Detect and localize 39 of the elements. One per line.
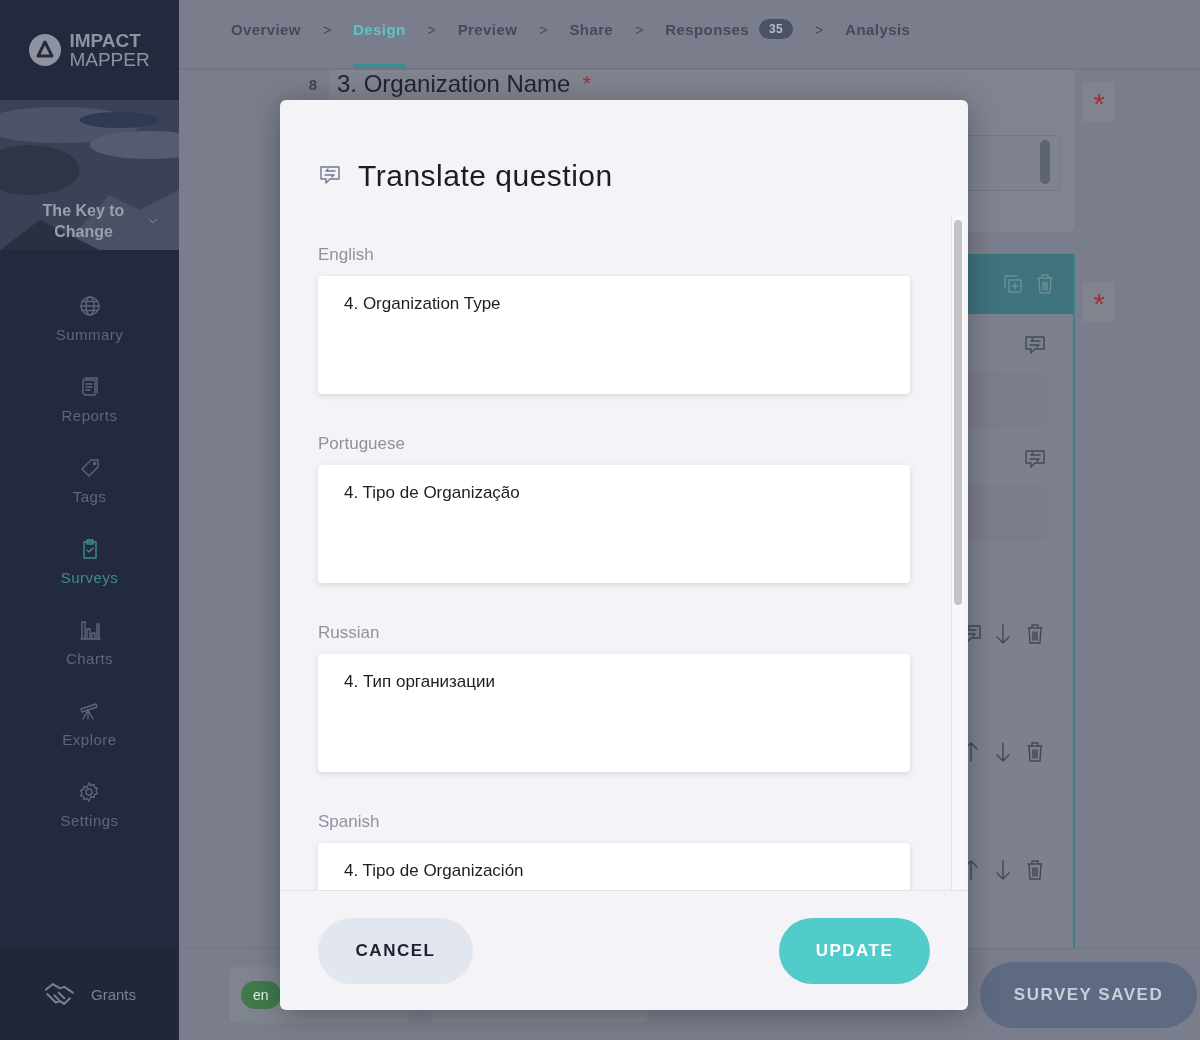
step-separator: > [322, 21, 332, 38]
translation-field[interactable]: 4. Тип организации [318, 654, 910, 772]
step-tab[interactable]: Analysis [845, 0, 911, 68]
logo-text: MAPPER [69, 50, 150, 69]
nav-item[interactable]: Explore [62, 699, 117, 780]
question-number: 8 [308, 75, 317, 95]
nav-item[interactable]: Settings [60, 780, 119, 861]
required-mark: * [1083, 282, 1115, 322]
dialog-title: Translate question [358, 159, 613, 193]
language-label: Russian [318, 623, 381, 643]
step-tab[interactable]: Share [569, 0, 614, 68]
translation-field[interactable]: 4. Organization Type [318, 276, 910, 394]
nav-item[interactable]: Tags [72, 456, 107, 537]
nav-item[interactable]: Charts [65, 618, 114, 699]
count-badge: 35 [758, 19, 794, 39]
language-label: Portuguese [318, 434, 406, 454]
nav-item[interactable]: Reports [61, 375, 118, 456]
step-separator: > [815, 21, 824, 38]
required-mark: * [582, 70, 591, 98]
language-label: Spanish [318, 812, 381, 832]
grants-link[interactable]: Grants [43, 977, 136, 1011]
translation-field[interactable]: 4. Tipo de Organização [318, 465, 910, 583]
required-mark: * [1083, 82, 1115, 122]
language-pill[interactable]: en [241, 980, 281, 1009]
question-title: 3. Organization Name [337, 70, 571, 98]
step-tab[interactable]: Preview [457, 0, 518, 68]
project-name: The Key to Change [41, 201, 126, 242]
cancel-button[interactable]: CANCEL [318, 917, 473, 984]
nav-item[interactable]: Summary [55, 294, 124, 375]
step-separator: > [539, 21, 548, 38]
translation-field[interactable]: 4. Tipo de Organización [318, 843, 910, 890]
update-button[interactable]: UPDATE [779, 917, 930, 984]
step-separator: > [635, 21, 644, 38]
logo-text: IMPACT [69, 31, 142, 50]
step-tab[interactable]: Overview [231, 0, 301, 68]
step-separator: > [427, 21, 436, 38]
language-label: English [318, 245, 375, 265]
step-tab[interactable]: Responses 35 [665, 0, 794, 68]
nav-item[interactable]: Surveys [60, 537, 119, 618]
